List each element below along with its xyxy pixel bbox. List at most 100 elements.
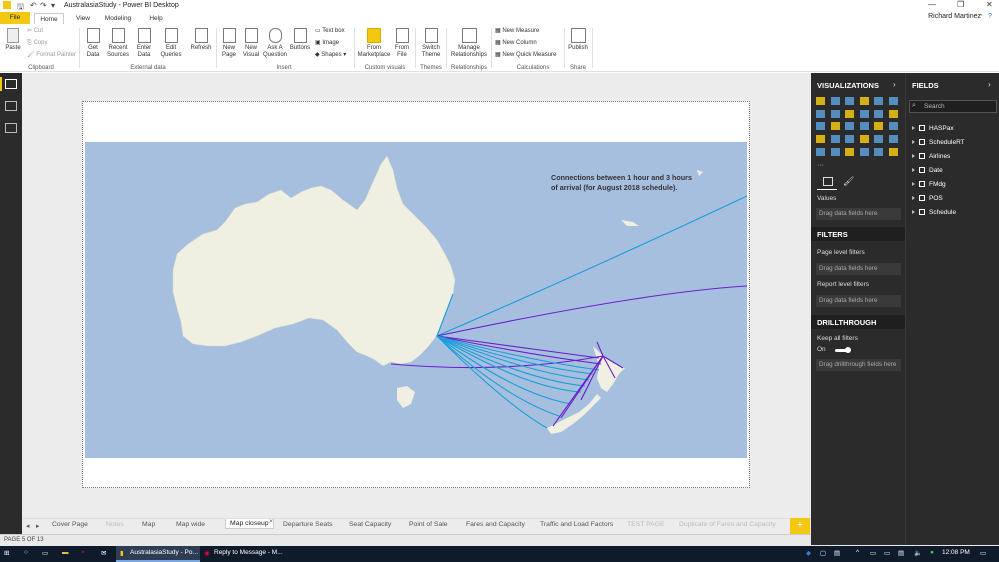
dropbox-icon[interactable]: ◆	[806, 549, 811, 557]
page-tab[interactable]: Duplicate of Fares and Capacity	[679, 521, 776, 528]
copy-button[interactable]: ⎘ Copy	[27, 40, 47, 47]
expand-chevron-icon[interactable]	[912, 126, 915, 130]
taskbar-clock[interactable]: 12:08 PM	[942, 549, 970, 556]
close-icon[interactable]: ✕	[986, 0, 993, 9]
visual-type-icon[interactable]	[816, 122, 825, 131]
report-view-icon[interactable]	[5, 79, 17, 89]
get-data-button[interactable]: Get Data	[83, 28, 103, 58]
taskbar-powerbi[interactable]: ▮ AustralasiaStudy - Po...	[116, 546, 200, 562]
manage-relationships-button[interactable]: Manage Relationships	[449, 28, 489, 58]
field-table-item[interactable]: FMdg	[912, 181, 946, 188]
tray-icon[interactable]: ▭	[870, 549, 876, 557]
expand-chevron-icon[interactable]	[912, 140, 915, 144]
visual-type-icon[interactable]	[830, 135, 840, 144]
restore-icon[interactable]: ❐	[957, 0, 964, 9]
visual-type-icon[interactable]	[859, 135, 869, 144]
visual-type-icon[interactable]	[874, 147, 883, 156]
report-filters-drop-zone[interactable]: Drag data fields here	[816, 295, 901, 307]
tray-icon[interactable]: ▢	[820, 549, 826, 557]
enter-data-button[interactable]: Enter Data	[133, 28, 155, 58]
page-tab[interactable]: Seat Capacity	[349, 521, 391, 528]
page-tab[interactable]: Fares and Capacity	[466, 521, 525, 528]
visual-type-icon[interactable]	[888, 109, 898, 118]
expand-chevron-icon[interactable]	[912, 182, 915, 186]
from-file-button[interactable]: From File	[393, 28, 411, 58]
search-circle-icon[interactable]: ○	[24, 549, 28, 556]
visual-type-icon[interactable]	[888, 97, 898, 105]
edit-queries-button[interactable]: Edit Queries	[158, 28, 184, 58]
visual-type-icon[interactable]	[830, 97, 840, 105]
visual-type-icon[interactable]	[874, 109, 883, 118]
visual-type-icon[interactable]	[845, 147, 854, 156]
publish-button[interactable]: Publish	[566, 28, 590, 52]
windows-start-icon[interactable]: ⊞	[4, 549, 9, 557]
text-box-button[interactable]: ▭ Text box	[315, 28, 345, 35]
minimize-icon[interactable]: —	[928, 0, 936, 9]
tray-icon[interactable]: ▤	[834, 549, 840, 557]
page-filters-drop-zone[interactable]: Drag data fields here	[816, 263, 901, 275]
tab-home[interactable]: Home	[34, 13, 64, 24]
field-table-item[interactable]: ScheduleRT	[912, 139, 965, 146]
page-tab[interactable]: Traffic and Load Factors	[540, 521, 613, 528]
visual-type-icon[interactable]	[830, 109, 840, 118]
visual-type-icon[interactable]	[874, 122, 883, 131]
field-table-item[interactable]: POS	[912, 195, 943, 202]
visual-type-icon[interactable]	[859, 147, 869, 156]
visual-type-icon[interactable]	[859, 97, 869, 105]
notifications-icon[interactable]: ▭	[980, 549, 986, 557]
recent-sources-button[interactable]: Recent Sources	[105, 28, 131, 58]
visual-type-icon[interactable]	[874, 97, 883, 105]
visual-type-icon[interactable]	[859, 122, 869, 131]
user-name[interactable]: Richard Martinez	[928, 13, 981, 20]
field-table-item[interactable]: Date	[912, 167, 943, 174]
visual-type-icon[interactable]	[845, 109, 854, 118]
new-column-button[interactable]: ▦ New Column	[495, 40, 537, 47]
fields-well-icon[interactable]	[823, 177, 833, 186]
qat-dropdown-icon[interactable]: ▾	[51, 1, 55, 10]
expand-chevron-icon[interactable]	[912, 210, 915, 214]
visual-type-icon[interactable]	[830, 147, 840, 156]
new-measure-button[interactable]: ▦ New Measure	[495, 28, 539, 35]
field-table-item[interactable]: Schedule	[912, 209, 956, 216]
page-tab[interactable]: Map wide	[176, 521, 205, 528]
undo-icon[interactable]: ↶	[30, 1, 37, 10]
page-tab[interactable]: Cover Page	[52, 521, 88, 528]
collapse-fields-icon[interactable]: ›	[988, 80, 991, 89]
mail-icon[interactable]: ✉	[101, 549, 106, 557]
new-page-button[interactable]: New Page	[219, 28, 239, 58]
tab-modeling[interactable]: Modeling	[100, 13, 136, 24]
paste-button[interactable]: Paste	[3, 28, 23, 52]
close-tab-icon[interactable]: ×	[269, 518, 273, 525]
visual-type-icon[interactable]	[888, 147, 898, 156]
field-table-item[interactable]: Airlines	[912, 153, 950, 160]
image-button[interactable]: ▣ Image	[315, 40, 339, 47]
task-view-icon[interactable]: ▭	[42, 549, 48, 557]
visual-type-icon[interactable]	[874, 135, 883, 144]
switch-theme-button[interactable]: Switch Theme	[418, 28, 444, 58]
field-table-item[interactable]: HASPax	[912, 125, 954, 132]
more-visuals-icon[interactable]: ···	[817, 162, 824, 169]
visual-type-icon[interactable]	[830, 122, 840, 131]
format-painter-button[interactable]: 🖌 Format Painter	[27, 52, 76, 59]
visual-type-icon[interactable]	[888, 135, 898, 144]
tab-view[interactable]: View	[70, 13, 96, 24]
expand-chevron-icon[interactable]	[912, 168, 915, 172]
new-quick-measure-button[interactable]: ▦ New Quick Measure	[495, 52, 556, 59]
relationships-view-icon[interactable]	[5, 123, 17, 133]
fields-search-input[interactable]: Search	[909, 100, 997, 113]
ribbon-collapse-icon[interactable]: ⌃	[978, 13, 984, 21]
visual-type-icon[interactable]	[816, 147, 825, 156]
page-tab[interactable]: Point of Sale	[409, 521, 448, 528]
visual-type-icon[interactable]	[816, 135, 825, 144]
refresh-button[interactable]: Refresh	[189, 28, 213, 52]
visual-type-icon[interactable]	[845, 122, 854, 131]
route-map-visual[interactable]: Connections between 1 hour and 3 hours o…	[85, 142, 747, 458]
collapse-viz-icon[interactable]: ›	[893, 80, 896, 89]
page-tab[interactable]: Map	[142, 521, 155, 528]
tray-icon[interactable]: ▭	[884, 549, 890, 557]
taskbar-chrome[interactable]: ◉ Reply to Message - M...	[202, 546, 286, 562]
network-icon[interactable]: ▤	[898, 549, 904, 557]
redo-icon[interactable]: ↷	[40, 1, 47, 10]
drillthrough-drop-zone[interactable]: Drag drillthrough fields here	[816, 359, 901, 371]
shapes-button[interactable]: ◆ Shapes ▾	[315, 52, 346, 59]
